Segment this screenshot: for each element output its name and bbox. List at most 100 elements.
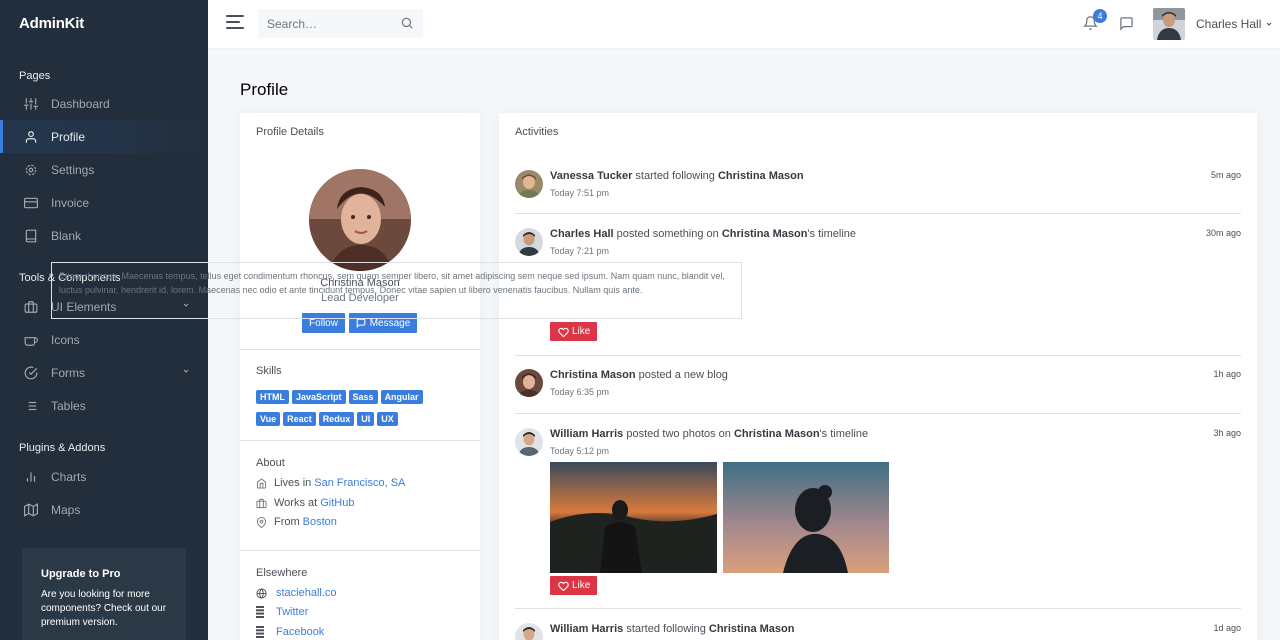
about-lives-in: Lives in San Francisco, SA [256, 477, 405, 489]
activity-ago: 1h ago [1213, 369, 1241, 379]
twitter-icon [256, 606, 270, 618]
topbar: 4 Charles Hall [208, 0, 1280, 48]
activity-text: William Harris posted two photos on Chri… [550, 428, 868, 440]
sidebar-item-label: Charts [51, 469, 87, 484]
search-input[interactable] [258, 9, 398, 38]
like-button[interactable]: Like [550, 576, 597, 595]
profile-avatar [309, 169, 411, 271]
follow-label: Follow [309, 317, 338, 329]
list-icon [23, 398, 39, 414]
sidebar-item-label: Icons [51, 332, 80, 347]
like-button[interactable]: Like [550, 322, 597, 341]
skill-badge[interactable]: UI [357, 412, 375, 426]
user-icon [23, 129, 39, 145]
sidebar-item-settings[interactable]: Settings [0, 153, 208, 186]
upgrade-description: Are you looking for more components? Che… [41, 589, 167, 628]
message-square-icon [356, 318, 366, 328]
divider [515, 355, 1241, 356]
sidebar-item-tables[interactable]: Tables [0, 389, 208, 422]
user-menu[interactable]: Charles Hall [1153, 8, 1273, 40]
user-name: Charles Hall [1196, 17, 1262, 31]
activity-post-text: Etiam rhoncus. Maecenas tempus, tellus e… [51, 262, 742, 319]
activity-actor[interactable]: Vanessa Tucker [550, 170, 632, 182]
sidebar-header-plugins: Plugins & Addons [19, 442, 106, 454]
about-link[interactable]: GitHub [320, 497, 354, 509]
facebook-icon [256, 626, 270, 638]
sidebar-item-maps[interactable]: Maps [0, 493, 208, 526]
about-prefix: Lives in [274, 477, 312, 489]
activity-item: Vanessa Tucker started following Christi… [515, 170, 1241, 210]
skill-badge[interactable]: Sass [348, 390, 378, 404]
sidebar-item-dashboard[interactable]: Dashboard [0, 87, 208, 120]
message-square-icon[interactable] [1119, 16, 1134, 31]
sidebar-item-label: Forms [51, 365, 85, 380]
activity-target[interactable]: Christina Mason [709, 623, 795, 635]
brand-logo[interactable]: AdminKit [19, 15, 84, 32]
sidebar-item-label: Blank [51, 228, 82, 243]
skill-badge[interactable]: JavaScript [292, 390, 346, 404]
bar-chart-icon [23, 469, 39, 485]
activities-title: Activities [515, 126, 559, 138]
activity-ago: 1d ago [1213, 623, 1241, 633]
divider [240, 550, 480, 551]
activity-time: Today 6:35 pm [550, 387, 610, 397]
like-label: Like [572, 580, 591, 591]
elsewhere-facebook[interactable]: Facebook [256, 626, 324, 638]
activity-target[interactable]: Christina Mason [734, 428, 820, 440]
avatar [515, 369, 543, 397]
activity-actor[interactable]: Christina Mason [550, 369, 636, 381]
activity-target[interactable]: Christina Mason [722, 228, 808, 240]
upgrade-cta[interactable]: Upgrade to Pro Are you looking for more … [22, 548, 186, 640]
about-title: About [256, 457, 285, 469]
elsewhere-website[interactable]: staciehall.co [256, 587, 337, 599]
sidebar-item-label: Tables [51, 398, 86, 413]
avatar [1153, 8, 1185, 40]
sidebar-item-blank[interactable]: Blank [0, 219, 208, 252]
map-pin-icon [256, 516, 270, 528]
heart-icon [558, 327, 569, 337]
activity-photo[interactable] [550, 462, 717, 573]
sidebar-item-profile[interactable]: Profile [0, 120, 208, 153]
skill-badge[interactable]: HTML [256, 390, 289, 404]
skill-badge[interactable]: UX [377, 412, 398, 426]
sidebar-item-forms[interactable]: Forms [0, 356, 208, 389]
skill-badge[interactable]: React [283, 412, 316, 426]
about-link[interactable]: Boston [303, 516, 337, 528]
upgrade-title: Upgrade to Pro [41, 568, 121, 580]
about-link[interactable]: San Francisco, SA [314, 477, 405, 489]
skill-badge[interactable]: Vue [256, 412, 281, 426]
avatar [515, 228, 543, 256]
activity-ago: 5m ago [1210, 170, 1241, 180]
settings-icon [23, 162, 39, 178]
search-box [258, 9, 423, 38]
like-label: Like [572, 326, 591, 337]
activity-actor[interactable]: Charles Hall [550, 228, 614, 240]
divider [515, 213, 1241, 214]
activity-actor[interactable]: William Harris [550, 428, 623, 440]
sidebar-item-invoice[interactable]: Invoice [0, 186, 208, 219]
search-icon[interactable] [400, 16, 414, 30]
activity-actor[interactable]: William Harris [550, 623, 623, 635]
avatar [515, 170, 543, 198]
sidebar-item-label: Settings [51, 162, 95, 177]
sidebar-toggle-icon[interactable] [226, 15, 246, 31]
elsewhere-label: staciehall.co [276, 587, 337, 599]
skills-title: Skills [256, 365, 282, 377]
skill-badge[interactable]: Redux [318, 412, 355, 426]
home-icon [256, 477, 270, 489]
sidebar-item-icons[interactable]: Icons [0, 323, 208, 356]
sidebar-header-pages: Pages [19, 70, 51, 82]
skill-badge[interactable]: Angular [380, 390, 423, 404]
activity-text: Christina Mason posted a new blog [550, 369, 728, 381]
activity-photo[interactable] [723, 462, 890, 573]
sidebar-item-charts[interactable]: Charts [0, 460, 208, 493]
activity-suffix: 's timeline [819, 428, 869, 440]
elsewhere-twitter[interactable]: Twitter [256, 606, 308, 618]
sidebar-item-label: Invoice [51, 195, 90, 210]
globe-icon [256, 587, 270, 599]
about-prefix: Works at [274, 497, 318, 509]
activity-target[interactable]: Christina Mason [718, 170, 804, 182]
message-label: Message [369, 317, 411, 329]
activity-time: Today 5:12 pm [550, 446, 610, 456]
credit-card-icon [23, 195, 39, 211]
